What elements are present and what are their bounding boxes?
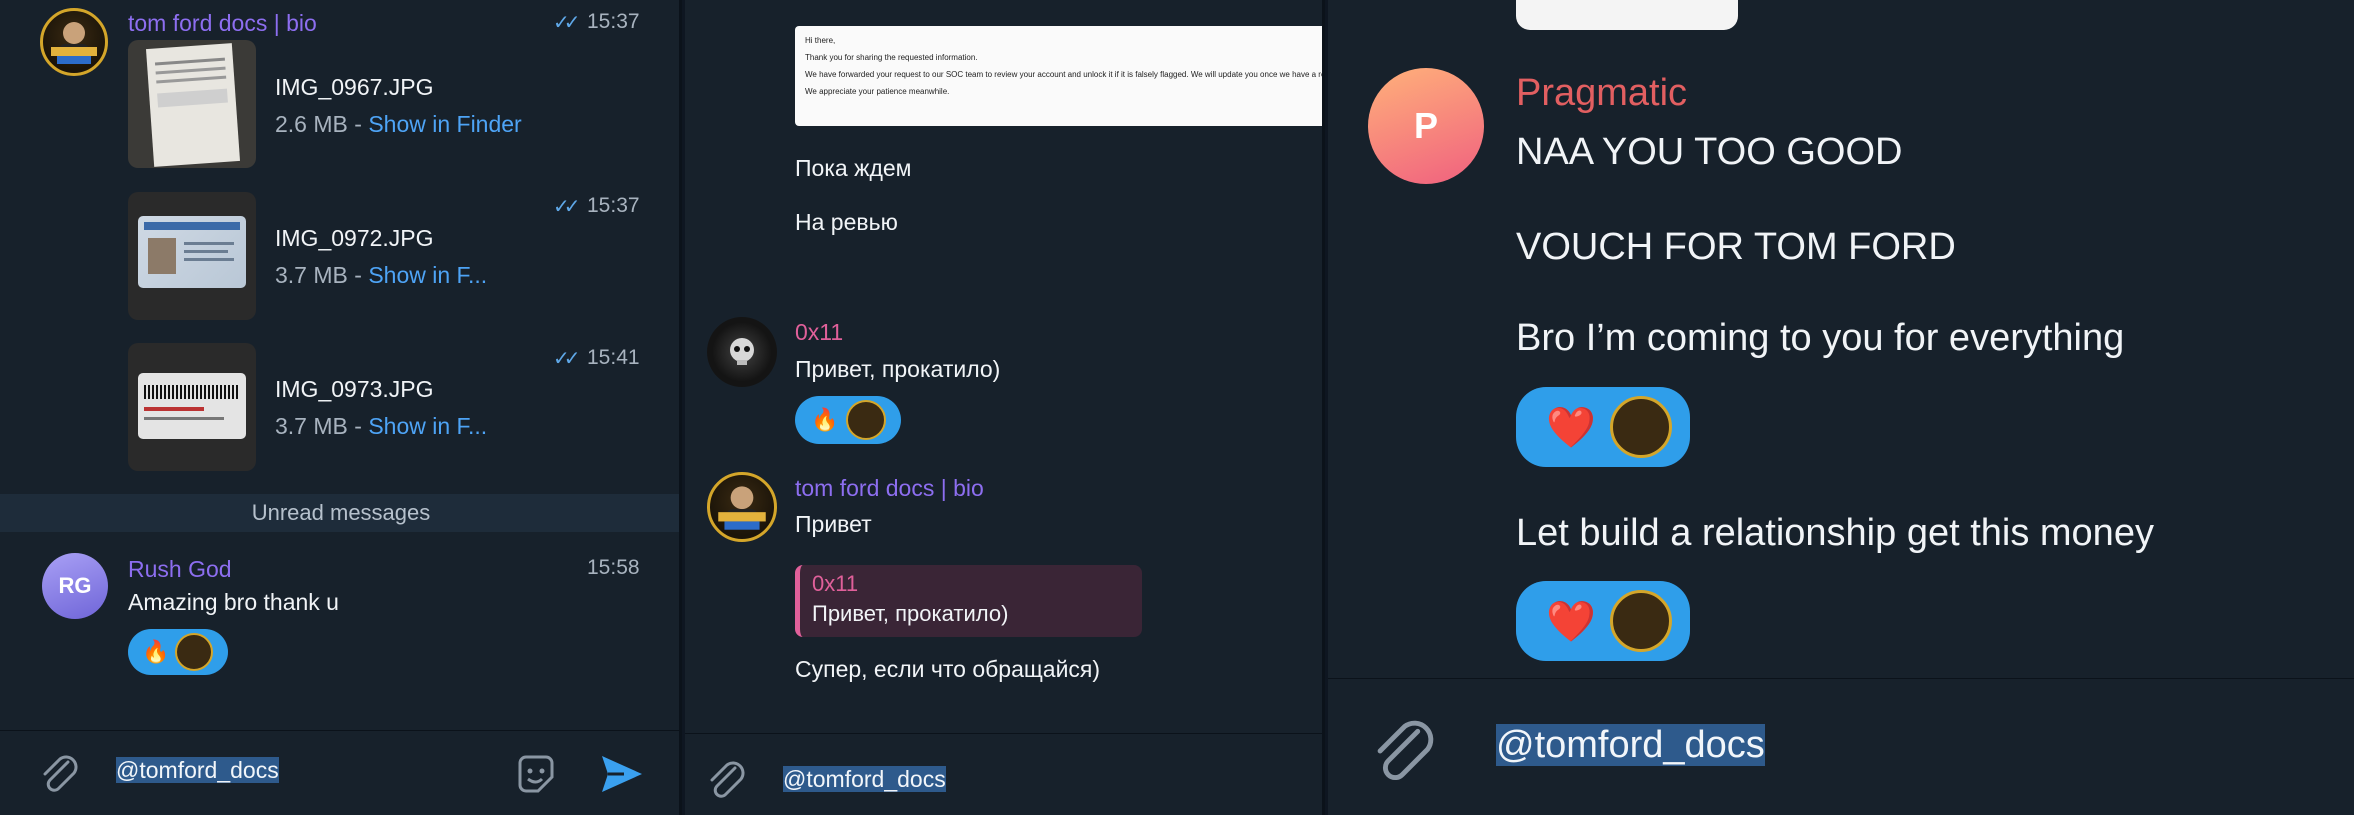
tom-ford-logo-icon — [718, 486, 766, 530]
chat-panel-left: tom ford docs | bio ✓✓ 15:37 IMG_0967.JP… — [0, 0, 682, 815]
sender-name[interactable]: Rush God — [128, 556, 232, 583]
message-input[interactable]: @tomford_docs — [783, 766, 946, 793]
sender-avatar[interactable]: P — [1368, 68, 1484, 184]
reactor-avatar — [175, 633, 214, 671]
email-line: We appreciate your patience meanwhile. — [805, 87, 950, 96]
quoted-reply[interactable]: 0x11 Привет, прокатило) — [795, 565, 1142, 637]
reactor-avatar — [846, 400, 887, 440]
heart-icon: ❤️ — [1546, 405, 1596, 450]
file-size: 2.6 MB - — [275, 111, 369, 137]
reactor-avatar — [1609, 590, 1672, 652]
message-time: 15:58 — [587, 556, 640, 579]
read-checks-icon: ✓✓ — [553, 196, 580, 218]
show-in-finder-link[interactable]: Show in F... — [368, 413, 487, 439]
chat-panel-middle: Hi there, Thank you for sharing the requ… — [685, 0, 1325, 815]
composer: @tomford_docs — [685, 734, 1322, 815]
reaction-pill[interactable]: ❤️ — [1516, 581, 1690, 661]
message-text: VOUCH FOR TOM FORD — [1516, 226, 1956, 268]
sender-avatar[interactable] — [40, 8, 108, 76]
heart-icon: ❤️ — [1546, 599, 1596, 644]
file-meta: 3.7 MB - Show in F... — [275, 262, 487, 289]
show-in-finder-link[interactable]: Show in F... — [368, 262, 487, 288]
sender-name[interactable]: tom ford docs | bio — [795, 475, 984, 502]
file-size: 3.7 MB - — [275, 413, 369, 439]
reaction-pill[interactable]: 🔥 — [795, 396, 901, 444]
sender-name[interactable]: Pragmatic — [1516, 72, 1687, 115]
file-meta: 2.6 MB - Show in Finder — [275, 111, 522, 138]
file-name: IMG_0972.JPG — [275, 225, 434, 251]
message-time: 15:37 — [587, 10, 640, 33]
sender-name[interactable]: 0x11 — [795, 319, 843, 346]
sender-avatar[interactable] — [707, 472, 777, 542]
file-thumbnail-document[interactable] — [128, 40, 256, 168]
sender-avatar[interactable]: RG — [42, 553, 108, 619]
email-line: We have forwarded your request to our SO… — [805, 70, 1325, 79]
read-checks-icon: ✓✓ — [553, 12, 580, 34]
message-input[interactable]: @tomford_docs — [116, 757, 279, 784]
attach-icon[interactable] — [1368, 715, 1438, 787]
sender-name[interactable]: tom ford docs | bio — [128, 10, 317, 37]
message-text: Супер, если что обращайся) — [795, 656, 1101, 682]
reactor-avatar — [1609, 396, 1672, 458]
avatar-initials: P — [1413, 105, 1438, 146]
input-selected-text: @tomford_docs — [116, 757, 279, 783]
file-thumbnail-license-front[interactable] — [128, 192, 256, 320]
fire-icon: 🔥 — [811, 407, 839, 432]
message-text: Amazing bro thank u — [128, 589, 339, 615]
email-line: Thank you for sharing the requested info… — [805, 53, 978, 62]
message-time: 15:37 — [587, 194, 640, 217]
composer: @tomford_docs — [0, 731, 679, 815]
email-line: Hi there, — [805, 36, 836, 45]
attach-icon[interactable] — [38, 752, 80, 796]
previous-message-bubble — [1516, 0, 1738, 30]
file-meta: 3.7 MB - Show in F... — [275, 413, 487, 440]
quote-text: Привет, прокатило) — [812, 601, 1009, 626]
show-in-finder-link[interactable]: Show in Finder — [368, 111, 521, 137]
file-thumbnail-license-back[interactable] — [128, 343, 256, 471]
message-text: Пока ждем — [795, 155, 912, 181]
message-text: Привет — [795, 511, 872, 537]
read-checks-icon: ✓✓ — [553, 348, 580, 370]
send-icon[interactable] — [598, 752, 646, 796]
unread-label: Unread messages — [251, 500, 431, 525]
message-text: Let build a relationship get this money — [1516, 512, 2154, 554]
message-text: Привет, прокатило) — [795, 356, 1001, 382]
sender-avatar[interactable] — [707, 317, 777, 387]
sticker-icon[interactable] — [512, 751, 560, 799]
message-input[interactable]: @tomford_docs — [1496, 724, 1765, 767]
message-time: 15:41 — [587, 346, 640, 369]
reaction-pill[interactable]: 🔥 — [128, 629, 228, 675]
avatar-initials: RG — [58, 573, 92, 598]
file-name: IMG_0967.JPG — [275, 74, 434, 100]
tom-ford-logo-icon — [51, 22, 97, 64]
fire-icon: 🔥 — [142, 639, 170, 664]
message-text: На ревью — [795, 209, 898, 235]
composer: @tomford_docs — [1328, 679, 2354, 815]
unread-messages-bar: Unread messages — [0, 494, 679, 532]
quote-sender: 0x11 — [812, 571, 859, 596]
message-text: NAA YOU TOO GOOD — [1516, 131, 1903, 173]
input-selected-text: @tomford_docs — [783, 766, 946, 792]
file-name: IMG_0973.JPG — [275, 376, 434, 402]
chat-panel-right: P Pragmatic NAA YOU TOO GOOD VOUCH FOR T… — [1328, 0, 2354, 815]
reaction-pill[interactable]: ❤️ — [1516, 387, 1690, 467]
file-size: 3.7 MB - — [275, 262, 369, 288]
message-text: Bro I’m coming to you for everything — [1516, 317, 2125, 359]
attach-icon[interactable] — [705, 758, 747, 802]
email-screenshot[interactable]: Hi there, Thank you for sharing the requ… — [795, 26, 1325, 126]
input-selected-text: @tomford_docs — [1496, 724, 1765, 766]
skull-icon — [730, 338, 754, 365]
